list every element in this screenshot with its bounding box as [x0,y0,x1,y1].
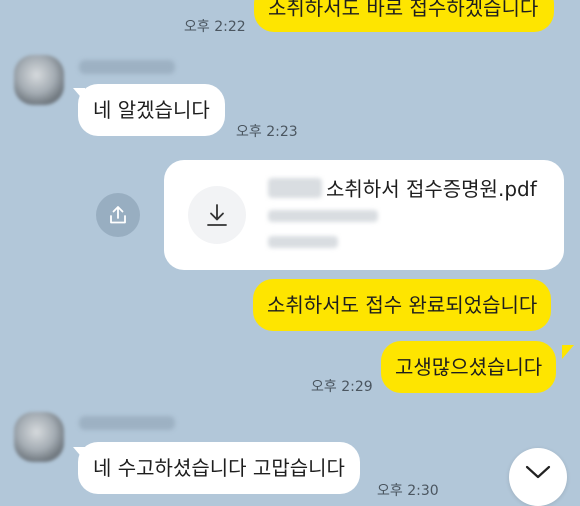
share-icon [110,206,126,224]
message-text: 소취하서도 접수 완료되었습니다 [267,293,538,317]
their-message-bubble[interactable]: 네 알겠습니다 [78,84,225,136]
my-message-bubble[interactable]: 소취하서도 접수 완료되었습니다 [253,279,552,331]
avatar[interactable] [14,412,64,462]
my-message-bubble[interactable]: 소취하서도 바로 접수하겠습니다 [254,0,555,32]
avatar[interactable] [14,55,64,105]
message-text: 네 수고하셨습니다 고맙습니다 [93,456,345,480]
my-message-bubble[interactable]: 고생많으셨습니다 [381,341,557,393]
message-text: 고생많으셨습니다 [395,355,543,379]
share-button[interactable] [96,193,140,237]
message-text: 소취하서도 바로 접수하겠습니다 [268,0,539,20]
message-time: 오후 2:29 [311,379,373,395]
file-name: 소취하서 접수증명원.pdf [326,177,537,201]
file-info-redacted [268,236,338,248]
message-time: 오후 2:22 [184,19,246,35]
scroll-to-bottom-button[interactable] [509,448,567,506]
chevron-down-icon [525,465,551,479]
sender-name-redacted [79,416,175,430]
message-time: 오후 2:23 [236,124,298,140]
download-button[interactable] [188,186,246,244]
their-message-bubble[interactable]: 네 수고하셨습니다 고맙습니다 [78,442,360,494]
bubble-tail [562,345,574,359]
message-text: 네 알겠습니다 [93,98,210,122]
message-time: 오후 2:30 [377,483,439,499]
download-icon [207,204,227,226]
sender-name-redacted [79,60,175,74]
file-info-redacted [268,210,378,222]
file-name-redacted [268,178,322,198]
file-attachment-card[interactable]: 소취하서 접수증명원.pdf [164,160,564,270]
